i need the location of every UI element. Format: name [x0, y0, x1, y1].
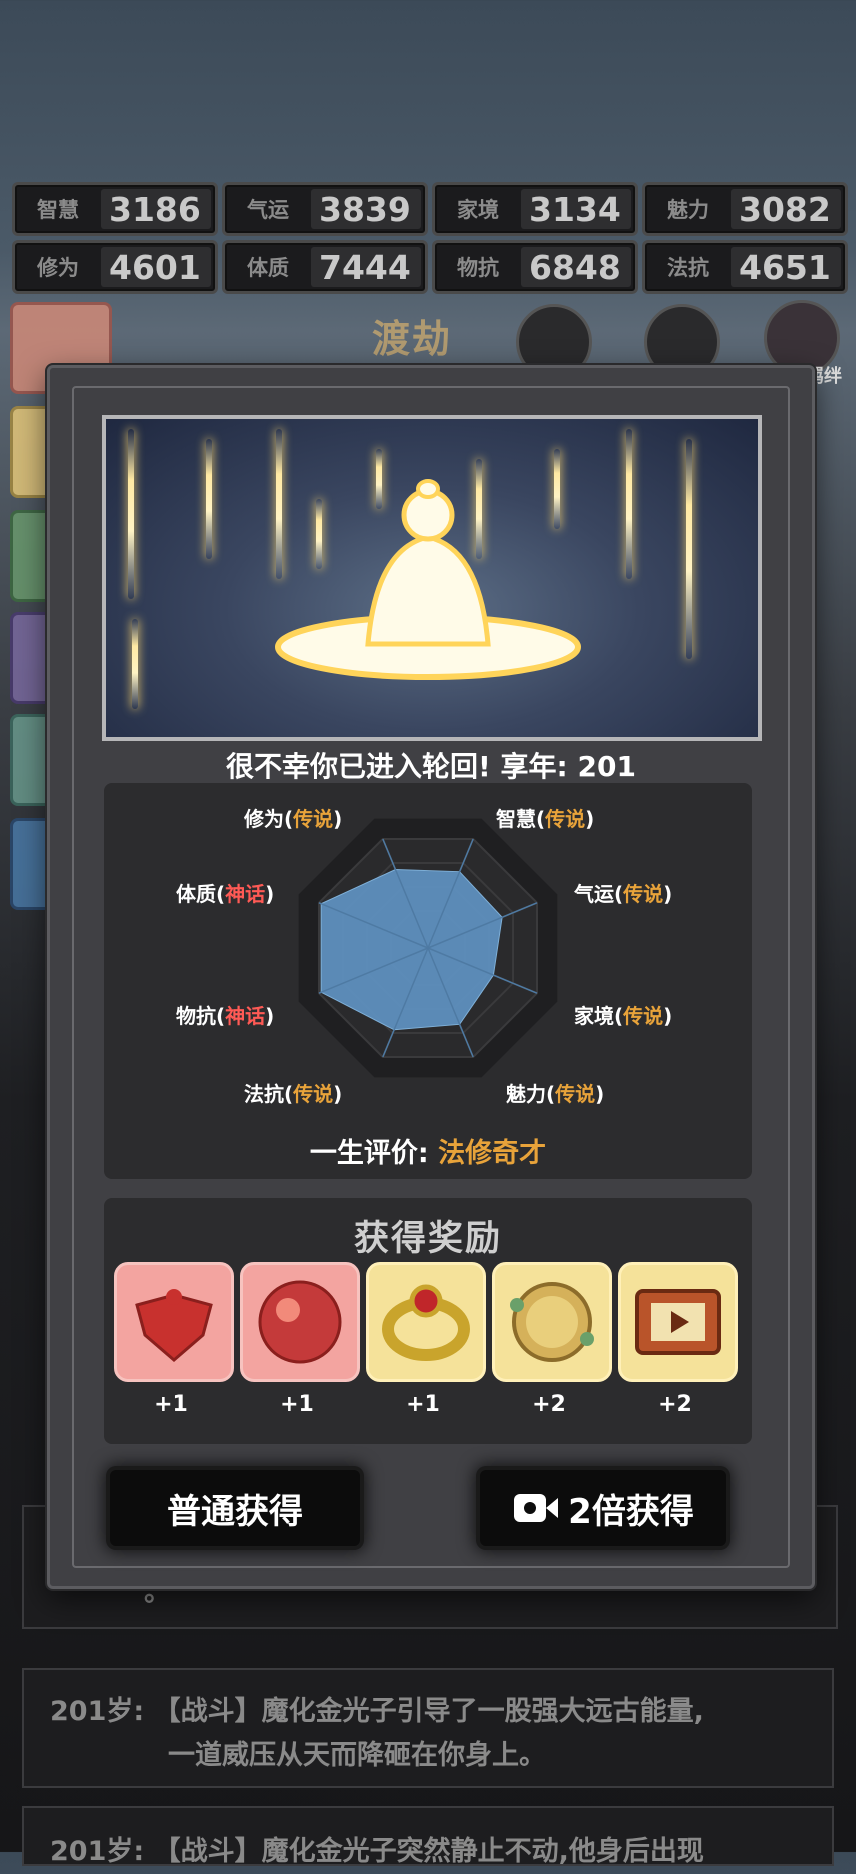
reward-quantity: +2 [658, 1392, 692, 1417]
attribute-radar-panel: 修为(传说) 智慧(传说) 气运(传说) 家境(传说) 魅力(传说) 法抗(传说) 物抗(神… [104, 783, 752, 1179]
reward-item[interactable] [240, 1262, 360, 1382]
stat-3: 魅力 3082 [642, 182, 848, 236]
stat-value: 7444 [311, 247, 421, 287]
heart-puzzle-icon [135, 1289, 213, 1362]
attr-grade: 传说 [293, 807, 334, 831]
jade-amulet-icon [510, 1282, 594, 1362]
stat-value: 3839 [311, 189, 421, 229]
radar-label: 智慧(传说) [496, 807, 595, 831]
attr-name: 修为 [244, 807, 284, 831]
reward-item[interactable] [492, 1262, 612, 1382]
stat-label: 体质 [247, 256, 289, 280]
reward-item[interactable] [114, 1262, 234, 1382]
rewards-panel: 获得奖励 +1 +1 +1 +2 +2 [104, 1198, 752, 1444]
stat-value: 6848 [521, 247, 631, 287]
attr-name: 体质 [176, 882, 216, 906]
log-entry: 201岁: 【战斗】魔化金光子突然静止不动,他身后出现 [22, 1806, 834, 1867]
attr-name: 智慧 [496, 807, 536, 831]
stat-label: 家境 [457, 198, 499, 222]
meditating-figure-icon [275, 479, 581, 680]
normal-claim-button[interactable]: 普通获得 [110, 1470, 360, 1546]
video-icon [514, 1494, 559, 1522]
attr-grade: 传说 [293, 1082, 334, 1106]
meditation-scene-image [102, 415, 762, 741]
radar-label: 体质(神话) [176, 882, 275, 906]
double-claim-label: 2倍获得 [568, 1491, 694, 1532]
stat-label: 法抗 [667, 256, 709, 280]
stat-label: 修为 [37, 256, 79, 280]
stat-value: 4651 [731, 247, 841, 287]
radar-label: 气运(传说) [574, 882, 673, 906]
stat-5: 体质 7444 [222, 240, 428, 294]
red-orb-icon [258, 1280, 342, 1364]
log-text: 一道威压从天而降砸在你身上。 [168, 1740, 546, 1771]
reward-quantity: +2 [532, 1392, 566, 1417]
log-year: 201岁: [50, 1696, 145, 1727]
reward-item[interactable] [366, 1262, 486, 1382]
log-text: 【战斗】魔化金光子引导了一股强大远古能量, [153, 1696, 704, 1727]
log-entry: 201岁: 【战斗】魔化金光子引导了一股强大远古能量, 一道威压从天而降砸在你身… [22, 1668, 834, 1788]
attr-name: 魅力 [506, 1082, 546, 1106]
attr-name: 气运 [574, 882, 614, 906]
radar-label: 修为(传说) [244, 807, 343, 831]
stat-value: 3082 [731, 189, 841, 229]
normal-claim-label: 普通获得 [167, 1491, 303, 1532]
stat-label: 气运 [247, 198, 289, 222]
reward-quantity: +1 [406, 1392, 440, 1417]
radar-label: 法抗(传说) [244, 1082, 343, 1106]
attr-name: 法抗 [244, 1082, 284, 1106]
attr-grade: 传说 [545, 807, 586, 831]
stage-title: 渡劫 [372, 317, 453, 361]
result-text: 很不幸你已进入轮回! 享年: 201 [226, 750, 636, 783]
attr-name: 家境 [574, 1004, 614, 1028]
evaluation-value: 法修奇才 [438, 1138, 547, 1169]
radar-label: 魅力(传说) [506, 1082, 605, 1106]
attr-grade: 传说 [623, 1004, 664, 1028]
stat-label: 物抗 [457, 256, 499, 280]
radar-chart [298, 818, 558, 1078]
radar-label: 家境(传说) [574, 1004, 673, 1028]
stat-2: 家境 3134 [432, 182, 638, 236]
attr-grade: 传说 [623, 882, 664, 906]
stat-value: 3134 [521, 189, 631, 229]
attr-grade: 神话 [225, 1004, 266, 1028]
stat-6: 物抗 6848 [432, 240, 638, 294]
evaluation-label: 一生评价: [309, 1138, 429, 1169]
stat-0: 智慧 3186 [12, 182, 218, 236]
stat-label: 魅力 [667, 198, 709, 222]
double-claim-button[interactable]: 2倍获得 [480, 1470, 726, 1546]
gold-ring-icon [382, 1284, 470, 1361]
radar-label: 物抗(神话) [176, 1004, 275, 1028]
attr-name: 物抗 [176, 1004, 216, 1028]
reward-quantity: +1 [280, 1392, 314, 1417]
reincarnation-dialog: 很不幸你已进入轮回! 享年: 201 修为(传说) 智慧(传说) 气运(传说) 家境(… [47, 365, 815, 1589]
stat-7: 法抗 4651 [642, 240, 848, 294]
life-evaluation: 一生评价: 法修奇才 [104, 1131, 752, 1170]
attr-grade: 神话 [225, 882, 266, 906]
video-scroll-icon [635, 1289, 721, 1355]
reward-item[interactable] [618, 1262, 738, 1382]
attr-grade: 传说 [555, 1082, 596, 1106]
stat-4: 修为 4601 [12, 240, 218, 294]
stat-value: 4601 [101, 247, 211, 287]
stat-value: 3186 [101, 189, 211, 229]
stat-1: 气运 3839 [222, 182, 428, 236]
reward-quantity: +1 [154, 1392, 188, 1417]
rewards-title: 获得奖励 [353, 1219, 502, 1259]
stat-label: 智慧 [37, 198, 79, 222]
